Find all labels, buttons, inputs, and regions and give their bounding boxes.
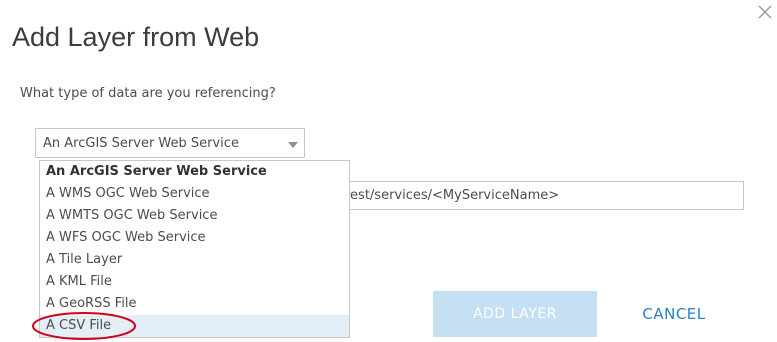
chevron-down-icon <box>288 142 298 148</box>
option-csv-file[interactable]: A CSV File <box>40 315 349 337</box>
cancel-button[interactable]: CANCEL <box>622 291 726 337</box>
data-type-question: What type of data are you referencing? <box>20 86 276 101</box>
option-kml-file[interactable]: A KML File <box>40 271 349 293</box>
url-field[interactable] <box>330 181 744 210</box>
option-wmts-ogc-web-service[interactable]: A WMTS OGC Web Service <box>40 205 349 227</box>
option-wfs-ogc-web-service[interactable]: A WFS OGC Web Service <box>40 227 349 249</box>
option-tile-layer[interactable]: A Tile Layer <box>40 249 349 271</box>
option-arcgis-server-web-service[interactable]: An ArcGIS Server Web Service <box>40 161 349 183</box>
add-layer-button[interactable]: ADD LAYER <box>433 291 597 337</box>
data-type-dropdown: An ArcGIS Server Web Service A WMS OGC W… <box>39 160 350 338</box>
data-type-select-value: An ArcGIS Server Web Service <box>43 136 239 151</box>
dialog-title: Add Layer from Web <box>12 22 260 52</box>
close-icon[interactable] <box>757 4 773 20</box>
data-type-select[interactable]: An ArcGIS Server Web Service <box>35 128 305 158</box>
option-georss-file[interactable]: A GeoRSS File <box>40 293 349 315</box>
option-wms-ogc-web-service[interactable]: A WMS OGC Web Service <box>40 183 349 205</box>
